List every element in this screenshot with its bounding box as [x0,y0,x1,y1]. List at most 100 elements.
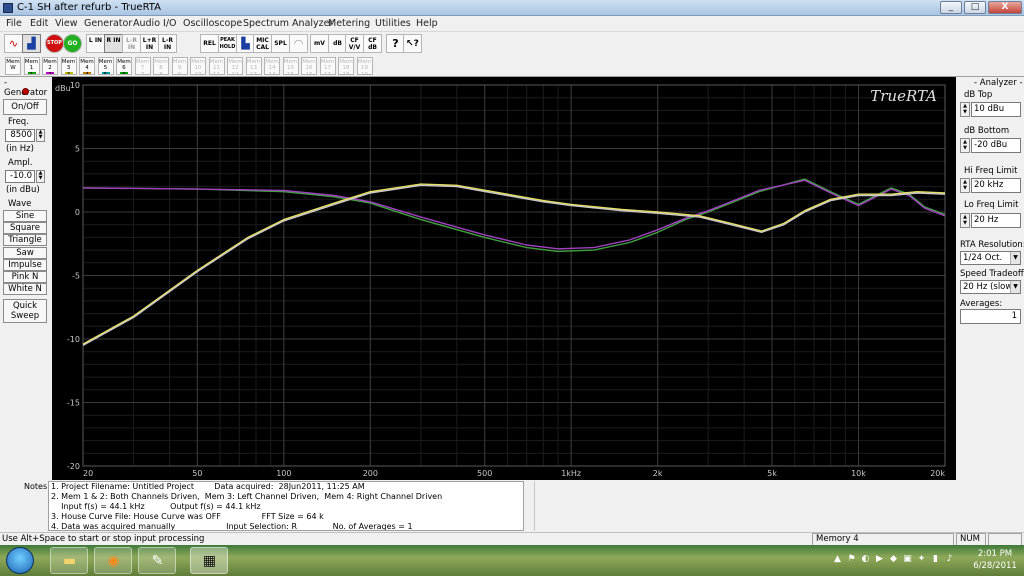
lo-freq-input[interactable]: 20 Hz [971,213,1021,228]
wave-impulse-button[interactable]: Impulse [3,259,47,271]
spl-button[interactable]: SPL [271,34,290,53]
memory-button[interactable]: Mem 33 [60,57,77,75]
freq-input[interactable]: 8500 [5,129,35,142]
memory-button[interactable]: Mem W [5,57,21,75]
l-in-button[interactable]: L IN [86,34,105,53]
wave-square-button[interactable]: Square [3,222,47,234]
memory-button[interactable]: Mem 17 17 [319,57,336,75]
volume-icon[interactable]: ♪ [944,554,955,565]
hi-freq-spinner[interactable]: ▲ ▼ [960,178,970,193]
memory-button[interactable]: Mem 66 [116,57,132,75]
l-r-in-button[interactable]: L-R IN [122,34,141,53]
memory-button[interactable]: Mem 88 [153,57,169,75]
menu-file[interactable]: File [6,18,22,29]
taskbar-firefox[interactable]: ◉ [94,547,132,574]
memory-button[interactable]: Mem 18 18 [338,57,354,75]
menu-view[interactable]: View [55,18,78,29]
x-tick-label: 1kHz [561,469,581,478]
db-top-input[interactable]: 10 dBu [971,102,1021,117]
memory-button[interactable]: Mem 77 [134,57,151,75]
x-tick-label: 5k [767,469,777,478]
memory-button[interactable]: Mem 16 16 [301,57,317,75]
db-bottom-input[interactable]: -20 dBu [971,138,1021,153]
minimize-button[interactable]: _ [940,1,962,14]
note-line: 4. Data was acquired manually Input Sele… [51,522,413,531]
clock-date[interactable]: 6/28/2011 [970,561,1020,571]
db-top-spinner[interactable]: ▲ ▼ [960,102,970,117]
memory-button-label: Mem 14 [265,59,279,71]
menu-utilities[interactable]: Utilities [375,18,411,29]
lo-freq-spinner[interactable]: ▲ ▼ [960,213,970,228]
context-help-icon[interactable]: ↖? [403,34,422,53]
db-bottom-spinner[interactable]: ▲ ▼ [960,138,970,153]
hi-freq-input[interactable]: 20 kHz [971,178,1021,193]
menu-spectrum-analyzer[interactable]: Spectrum Analyzer [243,18,333,29]
l-plus-r-in-button[interactable]: L+R IN [140,34,159,53]
memory-button[interactable]: Mem 13 13 [245,57,262,75]
ampl-spinner[interactable]: ▲ ▼ [36,170,45,183]
sine-wave-icon[interactable]: ∿ [4,34,23,53]
display-icon[interactable]: ▣ [902,554,913,565]
x-tick-label: 20 [83,469,93,478]
memory-button[interactable]: Mem 15 15 [282,57,299,75]
wave-white-noise-button[interactable]: White N [3,283,47,295]
notes-textbox[interactable]: 1. Project Filename: Untitled Project Da… [48,481,524,531]
memory-button[interactable]: Mem 14 14 [264,57,280,75]
taskbar-paint[interactable]: ✎ [138,547,176,574]
speed-tradeoff-select[interactable]: 20 Hz (slow) ▼ [960,280,1021,294]
taskbar-truerta[interactable]: ▦ [190,547,228,574]
r-in-button[interactable]: R IN [104,34,123,53]
memory-button[interactable]: Mem 55 [97,57,114,75]
wave-saw-button[interactable]: Saw [3,247,47,259]
flag-icon[interactable]: ⚑ [846,554,857,565]
network-icon[interactable]: ▮ [930,554,941,565]
memory-button[interactable]: Mem 22 [42,57,58,75]
menu-help[interactable]: Help [416,18,438,29]
cf-db-button[interactable]: CF dB [363,34,382,53]
title-bar[interactable]: C-1 SH after refurb - TrueRTA _ □ X [0,0,1024,16]
menu-generator[interactable]: Generator [84,18,132,29]
mv-button[interactable]: mV [310,34,329,53]
wave-sine-button[interactable]: Sine [3,210,47,222]
show-hidden-icons-icon[interactable]: ▲ [832,554,843,565]
media-icon[interactable]: ▶ [874,554,885,565]
quick-sweep-button[interactable]: Quick Sweep [3,299,47,323]
memory-button[interactable]: Mem 12 12 [227,57,243,75]
close-button[interactable]: X [988,1,1022,14]
memory-button[interactable]: Mem 19 19 [356,57,373,75]
menu-edit[interactable]: Edit [30,18,48,29]
go-icon[interactable]: GO [63,34,82,53]
clock-time[interactable]: 2:01 PM [970,549,1020,559]
spectrum-icon[interactable]: ▟ [22,34,41,53]
meter-icon[interactable]: ◠ [289,34,308,53]
mic-cal-button[interactable]: MIC CAL [253,34,272,53]
wave-pink-noise-button[interactable]: Pink N [3,271,47,283]
stop-icon[interactable]: STOP [45,34,64,53]
menu-oscilloscope[interactable]: Oscilloscope [183,18,242,29]
averages-input[interactable]: 1 [960,309,1021,324]
memory-button[interactable]: Mem 10 10 [190,57,206,75]
memory-button[interactable]: Mem 11 11 [208,57,225,75]
memory-button[interactable]: Mem 44 [79,57,95,75]
start-button[interactable] [6,547,34,574]
menu-audio-io[interactable]: Audio I/O [133,18,177,29]
app-tray-icon[interactable]: ✦ [916,554,927,565]
cf-vv-button[interactable]: CF V/V [345,34,364,53]
rta-resolution-select[interactable]: 1/24 Oct. ▼ [960,251,1021,265]
taskbar-explorer[interactable]: ▬ [50,547,88,574]
generator-on-off-button[interactable]: On/Off [3,99,47,115]
freq-spinner[interactable]: ▲ ▼ [36,129,45,142]
ampl-input[interactable]: -10.0 [5,170,35,183]
l-minus-r-in-button[interactable]: L-R IN [158,34,177,53]
memory-color-swatch: 5 [101,72,110,74]
menu-metering[interactable]: Metering [328,18,370,29]
x-tick-label: 10k [851,469,866,478]
memory-button[interactable]: Mem 99 [171,57,188,75]
memory-button[interactable]: Mem 11 [23,57,40,75]
peak-hold-button[interactable]: PEAK HOLD [218,34,237,53]
update-icon[interactable]: ◐ [860,554,871,565]
maximize-button[interactable]: □ [964,1,986,14]
rel-button[interactable]: REL [200,34,219,53]
wave-triangle-button[interactable]: Triangle [3,234,47,246]
security-icon[interactable]: ◆ [888,554,899,565]
